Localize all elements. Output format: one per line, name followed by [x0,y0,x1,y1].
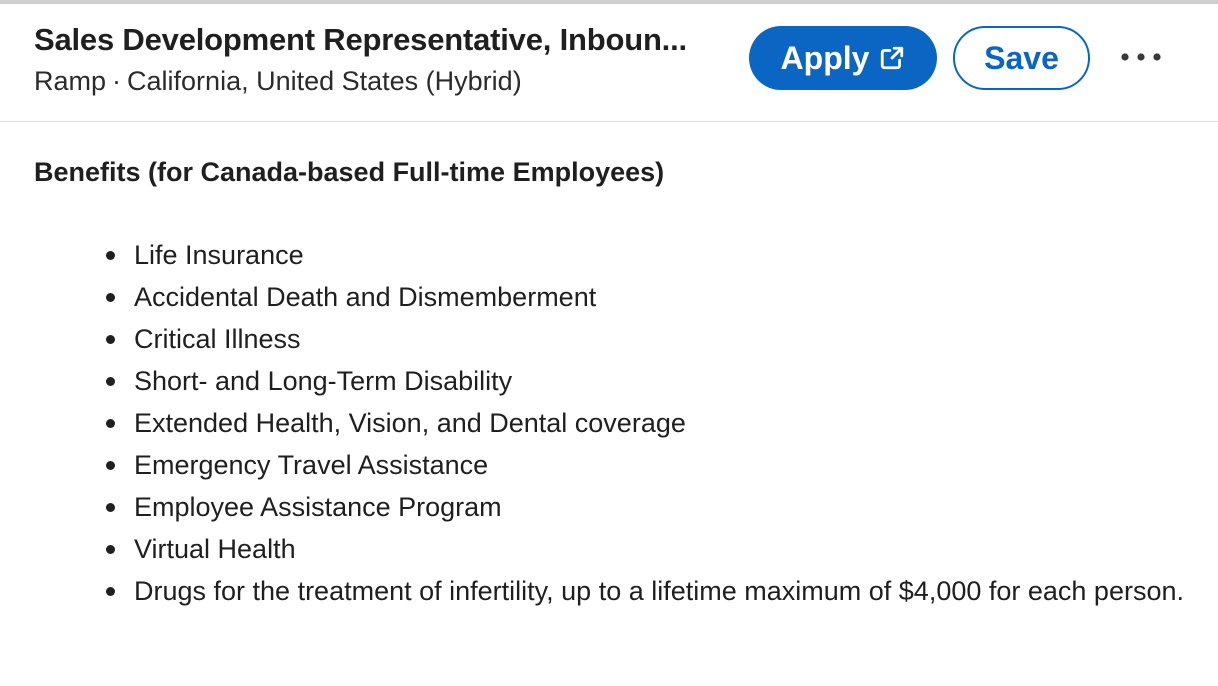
list-item: Life Insurance [106,234,1194,276]
more-horizontal-icon [1119,51,1163,66]
bullet-icon [106,377,115,386]
list-item: Short- and Long-Term Disability [106,360,1194,402]
list-item: Extended Health, Vision, and Dental cove… [106,402,1194,444]
bullet-icon [106,419,115,428]
bullet-icon [106,335,115,344]
job-subtitle: Ramp · California, United States (Hybrid) [34,66,522,97]
separator: · [112,66,122,96]
benefits-list: Life Insurance Accidental Death and Dism… [34,234,1194,612]
bullet-icon [106,503,115,512]
benefit-text: Life Insurance [134,240,304,270]
save-button[interactable]: Save [953,26,1090,90]
company-name[interactable]: Ramp [34,66,106,96]
apply-button[interactable]: Apply [749,26,937,90]
benefits-heading: Benefits (for Canada-based Full-time Emp… [34,157,665,187]
bullet-icon [106,545,115,554]
benefit-text: Accidental Death and Dismemberment [134,282,597,312]
benefit-text: Critical Illness [134,324,301,354]
bullet-icon [106,461,115,470]
apply-button-label: Apply [780,39,870,76]
benefit-text: Virtual Health [134,534,296,564]
job-location: California, United States (Hybrid) [127,66,522,96]
list-item: Employee Assistance Program [106,486,1194,528]
bullet-icon [106,587,115,596]
job-title[interactable]: Sales Development Representative, Inboun… [34,22,734,58]
list-item: Critical Illness [106,318,1194,360]
benefit-text: Drugs for the treatment of infertility, … [134,576,1184,606]
list-item: Virtual Health [106,528,1194,570]
benefit-text: Emergency Travel Assistance [134,450,489,480]
benefit-text: Short- and Long-Term Disability [134,366,513,396]
benefit-text: Extended Health, Vision, and Dental cove… [134,408,686,438]
job-header: Sales Development Representative, Inboun… [0,4,1218,122]
list-item: Drugs for the treatment of infertility, … [106,570,1194,612]
bullet-icon [106,251,115,260]
benefit-text: Employee Assistance Program [134,492,502,522]
list-item: Emergency Travel Assistance [106,444,1194,486]
list-item: Accidental Death and Dismemberment [106,276,1194,318]
external-link-icon [879,45,905,71]
more-options-button[interactable] [1112,34,1170,82]
job-description: Benefits (for Canada-based Full-time Emp… [34,150,1194,612]
bullet-icon [106,293,115,302]
